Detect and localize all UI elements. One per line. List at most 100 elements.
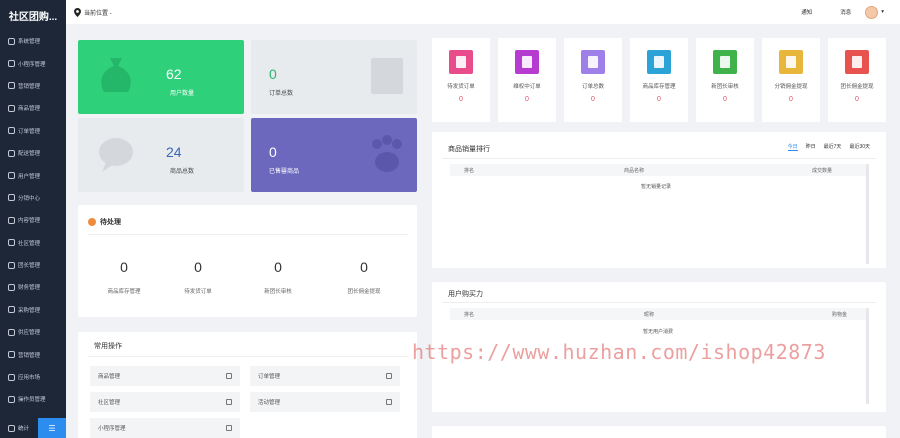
op-label: 小程序管理 [98, 426, 126, 432]
sidebar-item-app-market[interactable]: 应用市场 [0, 366, 66, 388]
settings-icon [8, 37, 15, 45]
sidebar-item-label: 商品管理 [18, 106, 41, 113]
quick-stock[interactable]: 商品库存管理 0 [630, 38, 688, 122]
sidebar-item-leader[interactable]: 团长管理 [0, 254, 66, 276]
sidebar-item-distribution[interactable]: 分销中心 [0, 187, 66, 209]
location-pin-icon [74, 7, 81, 17]
op-community-button[interactable]: 社区管理 [90, 392, 240, 412]
quick-order-total[interactable]: 订单总数 0 [564, 38, 622, 122]
sidebar-item-community[interactable]: 社区管理 [0, 232, 66, 254]
tab-today[interactable]: 今日 [787, 143, 798, 151]
message-link[interactable]: 消息 [840, 8, 851, 16]
collapse-icon: ☰ [48, 423, 56, 433]
link-icon [226, 425, 232, 431]
quick-label: 团长佣金提现 [840, 84, 874, 90]
collapse-sidebar-button[interactable]: ☰ [38, 418, 66, 438]
stat-value: 0 [269, 66, 277, 82]
truck-icon [8, 149, 15, 157]
sidebar-item-label: 内容管理 [18, 218, 41, 225]
sidebar-item-goods[interactable]: 商品管理 [0, 97, 66, 119]
tab-yesterday[interactable]: 昨日 [806, 143, 816, 151]
stat-value: 24 [166, 144, 182, 160]
watermark: https://www.huzhan.com/ishop42873 [412, 340, 826, 364]
top-header: 当前位置 - 通知 消息 ▾ [66, 0, 900, 24]
scrollbar[interactable] [866, 164, 869, 264]
sidebar-item-orders[interactable]: 订单管理 [0, 120, 66, 142]
quick-value: 0 [789, 96, 793, 103]
app-logo[interactable]: 社区团购... [0, 0, 66, 30]
tab-30days[interactable]: 最近30天 [849, 143, 870, 151]
pending-value[interactable]: 0 [248, 259, 308, 275]
share-icon [8, 194, 15, 202]
megaphone-icon [8, 82, 15, 90]
quick-leader-withdraw[interactable]: 团长佣金提现 0 [828, 38, 886, 122]
quick-label: 订单总数 [581, 84, 604, 90]
sidebar-item-supply[interactable]: 供应管理 [0, 321, 66, 343]
stat-card-sold-out[interactable]: 0 已售罄商品 [251, 118, 417, 192]
sidebar-item-operators[interactable]: 操作员管理 [0, 388, 66, 410]
pending-value[interactable]: 0 [94, 259, 154, 275]
pending-header: 待处理 [88, 217, 121, 227]
stat-card-orders[interactable]: 0 订单总数 [251, 40, 417, 114]
community-icon [226, 399, 232, 405]
op-orders-button[interactable]: 订单管理 [250, 366, 400, 386]
clipboard-icon [647, 50, 671, 74]
sidebar-item-delivery[interactable]: 配送管理 [0, 142, 66, 164]
scrollbar[interactable] [866, 308, 869, 404]
op-miniprogram-button[interactable]: 小程序管理 [90, 418, 240, 438]
tab-7days[interactable]: 最近7天 [824, 143, 842, 151]
column-header: 排名 [464, 167, 475, 174]
stat-value: 62 [166, 66, 182, 82]
leader-icon [8, 261, 15, 269]
sidebar-item-users[interactable]: 用户管理 [0, 164, 66, 186]
sidebar-item-label: 分销中心 [18, 195, 41, 202]
stat-card-users[interactable]: 62 用户数量 [78, 40, 244, 114]
sidebar-item-finance[interactable]: 财务管理 [0, 276, 66, 298]
avatar[interactable] [865, 5, 879, 19]
quick-leader-review[interactable]: 新团长审核 0 [696, 38, 754, 122]
pending-value[interactable]: 0 [334, 259, 394, 275]
money-bag-icon [515, 50, 539, 74]
sidebar: 社区团购... 系统管理 小程序管理 营销管理 商品管理 订单管理 配送管理 用… [0, 0, 66, 438]
divider [442, 158, 876, 159]
panel-title: 待处理 [100, 219, 121, 226]
quick-value: 0 [591, 96, 595, 103]
op-goods-button[interactable]: 商品管理 [90, 366, 240, 386]
chevron-down-icon[interactable]: ▾ [881, 9, 884, 15]
column-header: 购物金 [832, 311, 848, 318]
header-actions: 通知 消息 ▾ [801, 5, 900, 19]
notice-link[interactable]: 通知 [801, 8, 812, 16]
pending-label: 团长佣金提现 [347, 289, 381, 295]
stat-label: 商品总数 [170, 169, 195, 175]
community-icon [8, 239, 15, 247]
quick-value: 0 [723, 96, 727, 103]
quick-pending-shipment[interactable]: 待发货订单 0 [432, 38, 490, 122]
document-icon [449, 50, 473, 74]
column-header: 商品名称 [624, 167, 645, 174]
sidebar-item-label: 小程序管理 [18, 61, 46, 68]
sidebar-item-purchase[interactable]: 采购管理 [0, 299, 66, 321]
sidebar-item-stats[interactable]: 统计 [0, 424, 38, 432]
pending-panel: 待处理 0 商品库存管理 0 待发货订单 0 新团长审核 0 团长佣金提现 [78, 205, 417, 317]
sales-rank-panel: 商品销量排行 今日 昨日 最近7天 最近30天 排名 商品名称 成交数量 暂无销… [432, 132, 886, 268]
panel-title: 常用操作 [94, 343, 122, 350]
quick-distribution-withdraw[interactable]: 分销佣金提现 0 [762, 38, 820, 122]
sidebar-item-content[interactable]: 内容管理 [0, 209, 66, 231]
sidebar-item-label: 营销管理 [18, 83, 41, 90]
calendar-icon [386, 373, 392, 379]
pending-value[interactable]: 0 [168, 259, 228, 275]
notebook-icon [713, 50, 737, 74]
op-activity-button[interactable]: 活动管理 [250, 392, 400, 412]
document-icon [8, 216, 15, 224]
quick-value: 0 [657, 96, 661, 103]
quick-refund-orders[interactable]: 维权中订单 0 [498, 38, 556, 122]
sidebar-item-miniprogram[interactable]: 小程序管理 [0, 52, 66, 74]
money-icon [8, 283, 15, 291]
stat-card-goods[interactable]: 24 商品总数 [78, 118, 244, 192]
sidebar-item-marketing[interactable]: 营销管理 [0, 75, 66, 97]
sidebar-item-promotion[interactable]: 营销管理 [0, 343, 66, 365]
sidebar-item-label: 配送管理 [18, 151, 41, 158]
truck-icon [581, 50, 605, 74]
sidebar-item-system[interactable]: 系统管理 [0, 30, 66, 52]
quick-label: 分销佣金提现 [774, 84, 808, 90]
